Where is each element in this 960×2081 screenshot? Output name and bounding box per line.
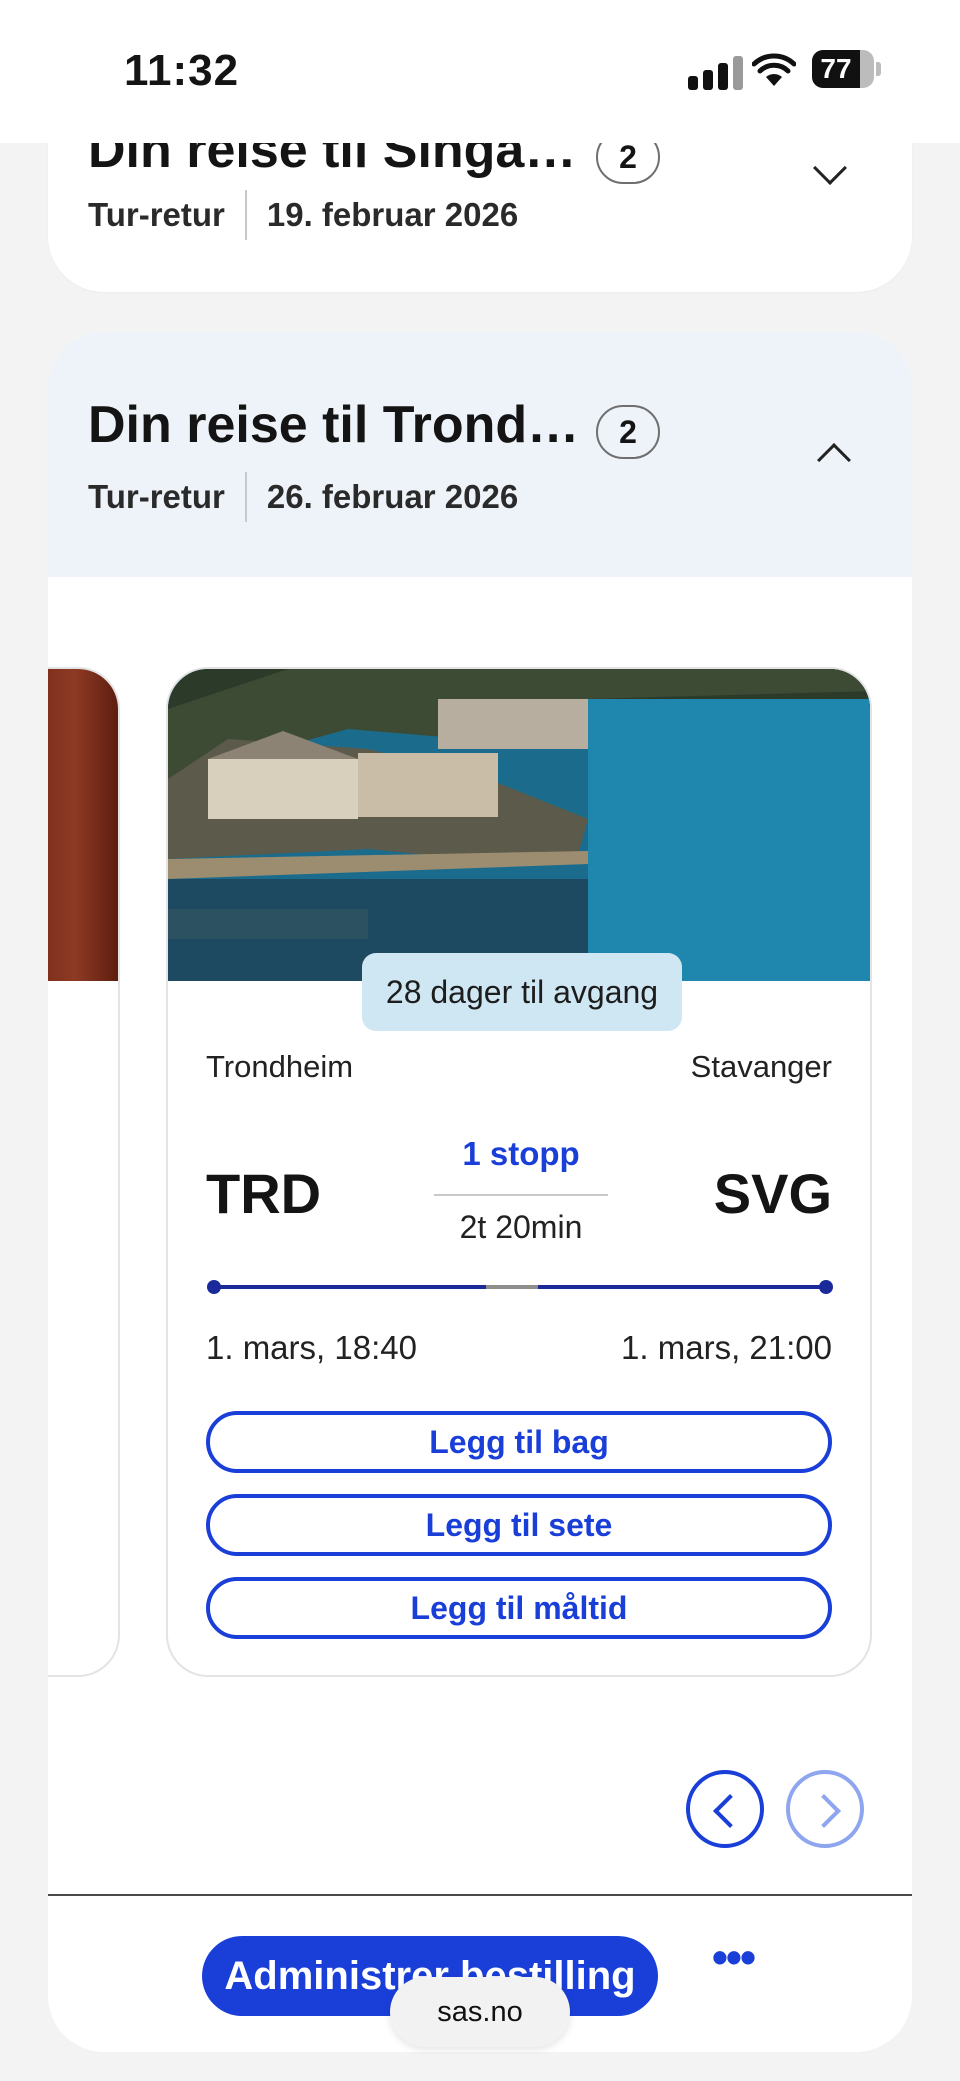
previous-flight-card[interactable] bbox=[48, 667, 120, 1677]
trip-type: Tur-retur bbox=[88, 478, 225, 515]
wifi-icon bbox=[752, 53, 796, 86]
route-line bbox=[207, 1280, 833, 1294]
passenger-count-badge: 2 bbox=[596, 405, 660, 459]
add-bag-button[interactable]: Legg til bag bbox=[206, 1411, 832, 1473]
browser-url-pill[interactable]: sas.no bbox=[390, 1977, 570, 2047]
footer-divider bbox=[48, 1894, 912, 1896]
chevron-down-icon[interactable] bbox=[813, 151, 847, 185]
arrival-time: 1. mars, 21:00 bbox=[621, 1329, 832, 1366]
destination-dot bbox=[819, 1280, 833, 1294]
status-time: 11:32 bbox=[124, 46, 240, 95]
battery-tip bbox=[876, 62, 881, 76]
trip-date: 26. februar 2026 bbox=[266, 478, 519, 515]
trip-meta: Tur-retur 26. februar 2026 bbox=[88, 472, 518, 522]
add-meal-button[interactable]: Legg til måltid bbox=[206, 1577, 832, 1639]
status-bar: 11:32 77 bbox=[0, 0, 960, 143]
battery-level: 77 bbox=[820, 53, 852, 84]
chevron-up-icon[interactable] bbox=[817, 443, 851, 477]
days-until-departure-badge: 28 dager til avgang bbox=[362, 953, 682, 1031]
cellular-signal-icon bbox=[688, 54, 748, 90]
trip-card-trondheim: Din reise til Trond… 2 Tur-retur 26. feb… bbox=[48, 332, 912, 2052]
origin-code: TRD bbox=[206, 1162, 322, 1225]
harbour-photo bbox=[168, 669, 870, 981]
origin-dot bbox=[207, 1280, 221, 1294]
carousel-prev-button[interactable] bbox=[686, 1770, 764, 1848]
trip-type: Tur-retur bbox=[88, 196, 225, 233]
stops-link[interactable]: 1 stopp bbox=[434, 1135, 608, 1173]
previous-destination-image bbox=[48, 669, 118, 981]
stopover-marker bbox=[486, 1285, 538, 1289]
trip-meta: Tur-retur 19. februar 2026 bbox=[88, 190, 518, 240]
destination-code: SVG bbox=[713, 1162, 832, 1225]
add-seat-button[interactable]: Legg til sete bbox=[206, 1494, 832, 1556]
stops-divider bbox=[434, 1194, 608, 1196]
flight-card[interactable]: 28 dager til avgang Trondheim Stavanger … bbox=[166, 667, 872, 1677]
carousel-next-button[interactable] bbox=[786, 1770, 864, 1848]
meta-divider bbox=[244, 472, 247, 522]
departure-time: 1. mars, 18:40 bbox=[206, 1329, 417, 1366]
destination-image bbox=[168, 669, 870, 981]
destination-city: Stavanger bbox=[690, 1049, 832, 1084]
more-options-icon[interactable]: ••• bbox=[698, 1932, 768, 1982]
meta-divider bbox=[244, 190, 247, 240]
trip-title: Din reise til Trond… bbox=[88, 396, 580, 454]
flight-duration: 2t 20min bbox=[459, 1209, 583, 1245]
battery-icon: 77 bbox=[812, 50, 874, 88]
trip-date: 19. februar 2026 bbox=[266, 196, 519, 233]
trip-card-header[interactable]: Din reise til Trond… 2 Tur-retur 26. feb… bbox=[48, 332, 912, 577]
origin-city: Trondheim bbox=[206, 1049, 354, 1084]
